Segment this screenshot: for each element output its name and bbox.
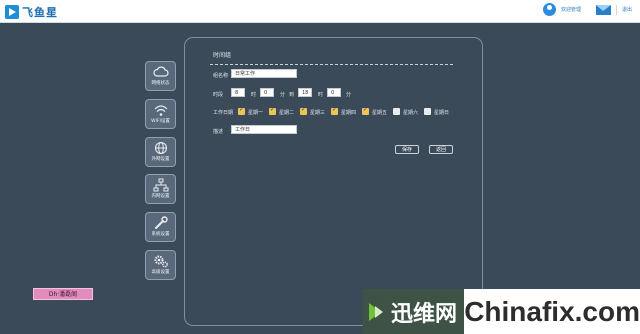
- weekday-label: 星期一: [248, 110, 264, 116]
- globe-icon: [154, 141, 167, 155]
- sidebar-item-wifi[interactable]: WIFI设置: [145, 99, 176, 129]
- watermark-right: Chinafix.com: [464, 289, 640, 334]
- time-label: 时段: [213, 92, 224, 98]
- back-button[interactable]: 返回: [429, 145, 453, 154]
- end-min-unit: 分: [346, 92, 352, 98]
- sidebar-item-lan[interactable]: 内网设置: [145, 174, 176, 204]
- start-min-unit: 分: [280, 92, 286, 98]
- weekday-checkbox[interactable]: [393, 108, 400, 115]
- gears-icon: [154, 255, 168, 268]
- sidebar-item-system[interactable]: 系统设置: [145, 212, 176, 242]
- weekday-checkbox[interactable]: [331, 106, 338, 115]
- start-hour-unit: 时: [251, 92, 257, 98]
- end-hour-unit: 时: [318, 92, 324, 98]
- sidebar-item-label: 高级设置: [151, 270, 170, 275]
- watermark-cn: 迅维网: [391, 301, 458, 327]
- weekday-label: 星期二: [279, 110, 295, 116]
- sidebar-item-advanced[interactable]: 高级设置: [145, 250, 176, 280]
- workday-label: 工作日期: [213, 110, 234, 116]
- weekday-label: 星期日: [434, 110, 450, 116]
- weekday-checkbox[interactable]: [238, 106, 245, 115]
- watermark-en: Chinafix.com: [464, 295, 640, 327]
- sidebar-item-wan[interactable]: 外网设置: [145, 137, 176, 167]
- weekday-checkbox[interactable]: [362, 106, 369, 115]
- weekday-label: 星期六: [403, 110, 419, 116]
- sidebar-item-network-status[interactable]: 网络状态: [145, 61, 176, 91]
- sidebar-item-label: 外网设置: [151, 157, 170, 162]
- sidebar-item-label: WIFI设置: [151, 119, 170, 124]
- divider: [615, 4, 617, 15]
- mail-icon[interactable]: [595, 4, 611, 15]
- watermark: 迅维网 Chinafix.com: [363, 289, 640, 334]
- group-name-input[interactable]: 日常工作: [231, 69, 297, 78]
- weekday-checkbox[interactable]: [269, 106, 276, 115]
- time-group-panel: 时间组 组名称 日常工作 时段 8 时 0 分 到 18 时 0 分 工作日期 …: [184, 37, 483, 326]
- user-label[interactable]: 欢迎管理: [561, 6, 581, 13]
- to-label: 到: [289, 92, 295, 98]
- watermark-left: 迅维网: [363, 289, 465, 334]
- sidebar-item-label: 网络状态: [151, 81, 170, 86]
- weekday-checkbox[interactable]: [424, 108, 431, 115]
- end-min-input[interactable]: 0: [327, 88, 341, 97]
- sidebar-item-label: 系统设置: [151, 232, 170, 237]
- page-title: 时间组: [213, 52, 232, 59]
- top-actions: 欢迎管理 退出: [542, 3, 632, 16]
- start-min-input[interactable]: 0: [260, 88, 274, 97]
- description-input[interactable]: 工作日: [231, 125, 297, 134]
- wifi-icon: [154, 105, 167, 116]
- weekday-label: 星期三: [310, 110, 326, 116]
- logo-icon: [5, 5, 19, 19]
- arrow-logo-icon: [369, 302, 387, 321]
- brand-name: 飞鱼星: [22, 6, 58, 19]
- description-label: 描述: [213, 129, 224, 135]
- start-hour-input[interactable]: 8: [231, 88, 245, 97]
- cloud-icon: [152, 66, 169, 77]
- wrench-icon: [154, 216, 168, 229]
- sidebar-item-label: 内网设置: [151, 194, 170, 199]
- top-bar: 飞鱼星 欢迎管理 退出: [0, 0, 640, 23]
- network-icon: [153, 178, 168, 192]
- end-hour-input[interactable]: 18: [298, 88, 312, 97]
- stamp-overlay: Dh·潘磊阁: [33, 288, 93, 300]
- weekday-label: 星期五: [372, 110, 388, 116]
- save-button[interactable]: 保存: [395, 145, 419, 154]
- user-icon[interactable]: [542, 3, 556, 16]
- logout-link[interactable]: 退出: [622, 6, 632, 13]
- name-label: 组名称: [213, 73, 229, 79]
- title-divider: [210, 64, 453, 65]
- weekday-label: 星期四: [341, 110, 357, 116]
- brand-logo[interactable]: 飞鱼星: [5, 4, 58, 20]
- weekday-checkbox[interactable]: [300, 106, 307, 115]
